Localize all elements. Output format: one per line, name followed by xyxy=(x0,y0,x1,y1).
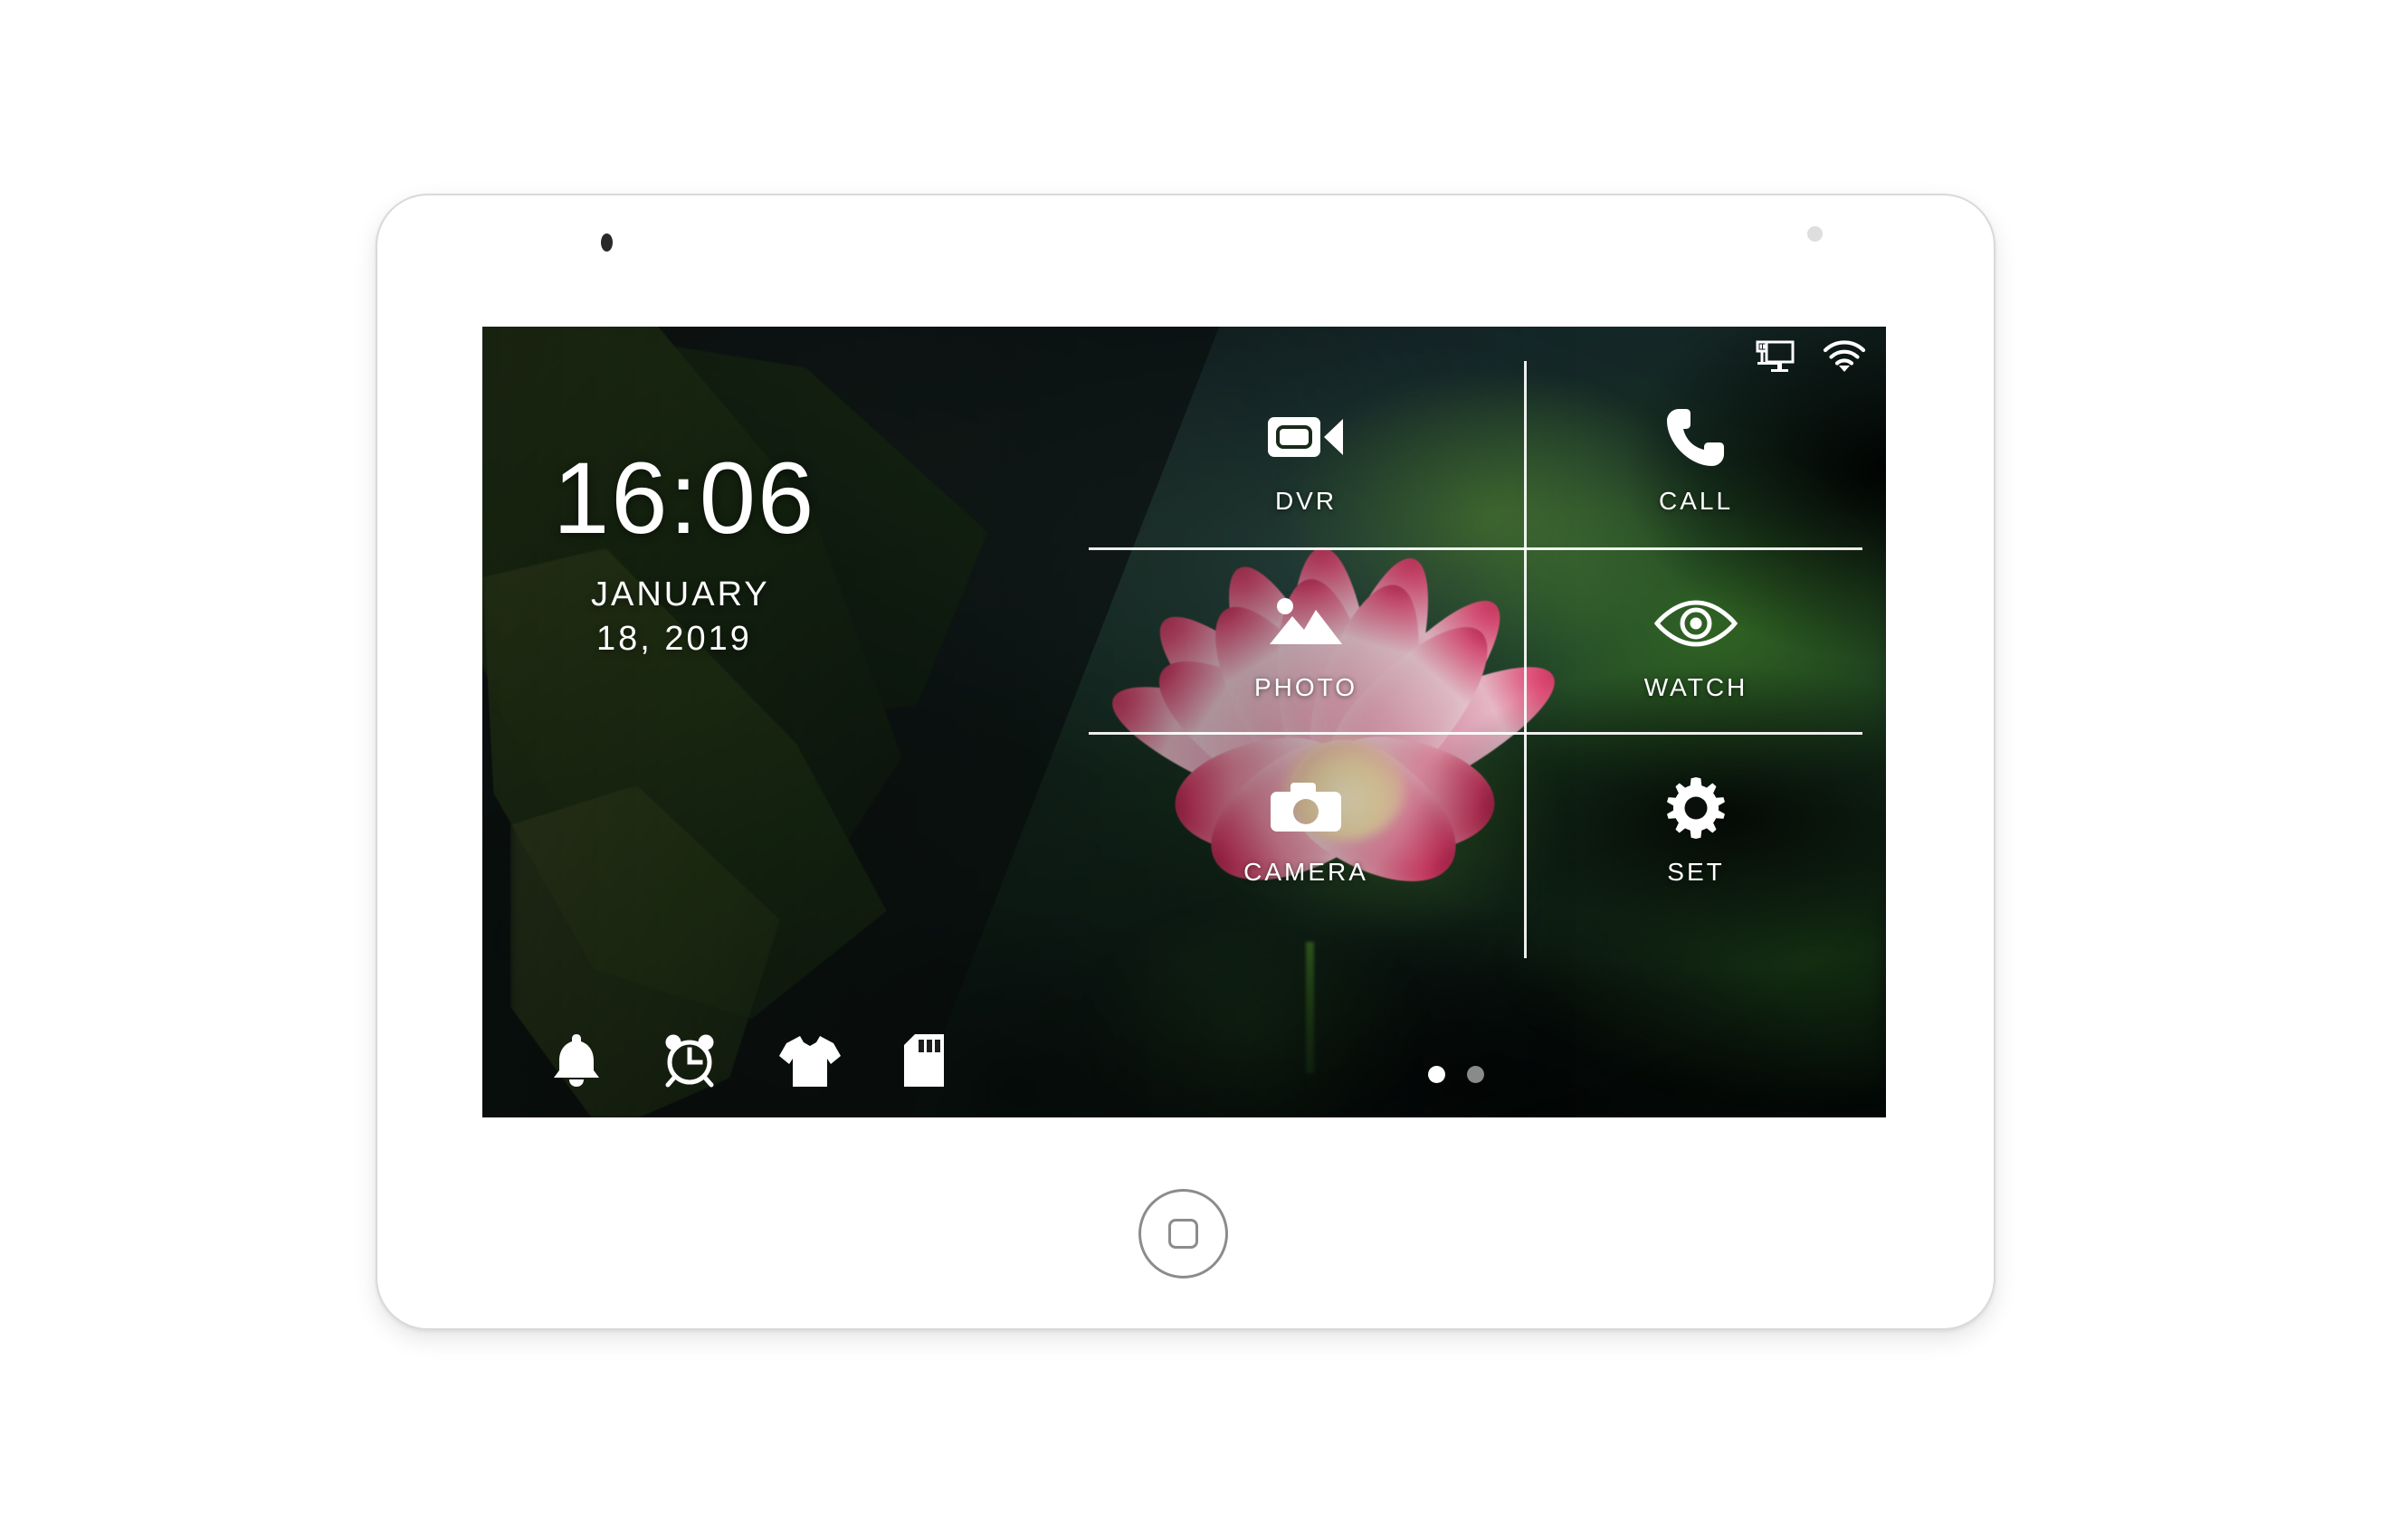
menu-item-call[interactable]: CALL xyxy=(1560,379,1832,538)
bell-icon[interactable] xyxy=(551,1032,602,1088)
image-mountain-icon xyxy=(1268,588,1344,659)
clock-widget: 16:06 JANUARY 18, 2019 xyxy=(553,448,815,661)
menu-label-camera: CAMERA xyxy=(1243,858,1368,886)
home-button-square-icon xyxy=(1168,1219,1198,1249)
light-sensor-icon xyxy=(1807,226,1823,242)
clock-date-day-year: 18, 2019 xyxy=(596,619,752,658)
alarm-clock-icon[interactable] xyxy=(662,1032,718,1088)
menu-label-watch: WATCH xyxy=(1643,673,1748,701)
video-camera-icon xyxy=(1267,402,1345,472)
menu-item-dvr[interactable]: DVR xyxy=(1170,379,1442,538)
gear-icon xyxy=(1663,773,1729,843)
front-camera-icon xyxy=(601,233,613,252)
menu-label-photo: PHOTO xyxy=(1253,673,1358,701)
grid-divider-horizontal xyxy=(1089,547,1524,550)
menu-item-photo[interactable]: PHOTO xyxy=(1170,566,1442,725)
menu-label-call: CALL xyxy=(1658,487,1734,515)
network-monitor-icon[interactable] xyxy=(1756,339,1795,375)
menu-label-set: SET xyxy=(1667,858,1725,886)
clock-time: 16:06 xyxy=(553,442,816,555)
camera-icon xyxy=(1269,773,1343,843)
device-screen: 16:06 JANUARY 18, 2019 DVR PHOTO CAMERA … xyxy=(482,327,1886,1117)
clock-date-month: JANUARY xyxy=(591,575,770,613)
grid-divider-horizontal xyxy=(1524,732,1862,735)
page-dot-1[interactable] xyxy=(1427,1066,1445,1083)
menu-item-set[interactable]: SET xyxy=(1560,750,1832,909)
status-bar xyxy=(1756,339,1866,375)
menu-item-camera[interactable]: CAMERA xyxy=(1170,750,1442,909)
grid-divider-vertical xyxy=(1524,361,1527,958)
home-button[interactable] xyxy=(1138,1189,1228,1279)
menu-item-watch[interactable]: WATCH xyxy=(1560,566,1832,725)
page-indicator xyxy=(1427,1066,1484,1083)
page-dot-2[interactable] xyxy=(1466,1066,1484,1083)
eye-icon xyxy=(1653,588,1738,659)
menu-label-dvr: DVR xyxy=(1274,487,1338,515)
sd-card-icon[interactable] xyxy=(902,1032,946,1088)
phone-icon xyxy=(1663,402,1729,472)
grid-divider-horizontal xyxy=(1089,732,1524,735)
wifi-icon[interactable] xyxy=(1823,340,1866,375)
main-menu-grid: DVR PHOTO CAMERA CALL WATCH SET xyxy=(1089,361,1867,1085)
grid-divider-horizontal xyxy=(1524,547,1862,550)
tshirt-icon[interactable] xyxy=(777,1034,843,1088)
clock-date: JANUARY 18, 2019 xyxy=(553,573,815,661)
bottom-tray xyxy=(551,1032,946,1088)
